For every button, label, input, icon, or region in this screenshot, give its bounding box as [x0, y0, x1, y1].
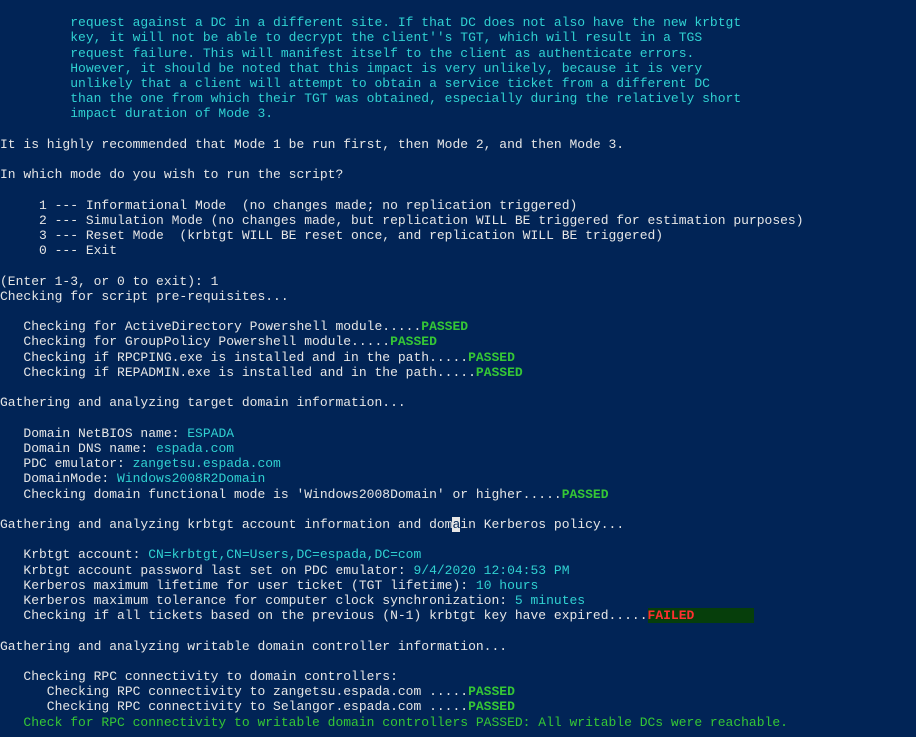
krbtgt-pwset-label: Krbtgt account password last set on PDC … [0, 563, 413, 578]
tgt-lifetime-label: Kerberos maximum lifetime for user ticke… [0, 578, 476, 593]
krbtgt-header-c: in Kerberos policy... [460, 517, 624, 532]
dns-label: Domain DNS name: [0, 441, 156, 456]
krbtgt-account-label: Krbtgt account: [0, 547, 148, 562]
check-gp-module: Checking for GroupPolicy Powershell modu… [0, 334, 390, 349]
clock-tolerance-label: Kerberos maximum tolerance for computer … [0, 593, 515, 608]
check-ticket-expiry: Checking if all tickets based on the pre… [0, 608, 648, 623]
intro-line-7: impact duration of Mode 3. [0, 106, 273, 121]
intro-line-2: key, it will not be able to decrypt the … [0, 30, 702, 45]
prereq-header: Checking for script pre-requisites... [0, 289, 289, 304]
rpc-check-dc1: Checking RPC connectivity to zangetsu.es… [0, 684, 468, 699]
intro-line-1: request against a DC in a different site… [0, 15, 741, 30]
check-rpcping: Checking if RPCPING.exe is installed and… [0, 350, 468, 365]
mode-option-2: 2 --- Simulation Mode (no changes made, … [0, 213, 804, 228]
status-passed: PASSED [390, 334, 437, 349]
status-failed: FAILED [648, 608, 755, 623]
pdc-label: PDC emulator: [0, 456, 133, 471]
status-passed: PASSED [562, 487, 609, 502]
status-passed: PASSED [421, 319, 468, 334]
dns-value: espada.com [156, 441, 234, 456]
rpc-all-passed: Check for RPC connectivity to writable d… [0, 715, 788, 730]
terminal-output: request against a DC in a different site… [0, 0, 916, 730]
intro-line-4: However, it should be noted that this im… [0, 61, 702, 76]
intro-line-6: than the one from which their TGT was ob… [0, 91, 741, 106]
netbios-label: Domain NetBIOS name: [0, 426, 187, 441]
domain-info-header: Gathering and analyzing target domain in… [0, 395, 406, 410]
mode-option-0: 0 --- Exit [0, 243, 117, 258]
tgt-lifetime-value: 10 hours [476, 578, 538, 593]
krbtgt-header-a: Gathering and analyzing krbtgt account i… [0, 517, 452, 532]
status-passed: PASSED [468, 350, 515, 365]
intro-line-5: unlikely that a client will attempt to o… [0, 76, 710, 91]
check-repadmin: Checking if REPADMIN.exe is installed an… [0, 365, 476, 380]
intro-line-3: request failure. This will manifest itse… [0, 46, 694, 61]
krbtgt-pwset-value: 9/4/2020 12:04:53 PM [413, 563, 569, 578]
krbtgt-account-value: CN=krbtgt,CN=Users,DC=espada,DC=com [148, 547, 421, 562]
writable-dc-header: Gathering and analyzing writable domain … [0, 639, 507, 654]
rpc-check-header: Checking RPC connectivity to domain cont… [0, 669, 398, 684]
domainmode-label: DomainMode: [0, 471, 117, 486]
status-passed: PASSED [476, 365, 523, 380]
check-functional-mode: Checking domain functional mode is 'Wind… [0, 487, 562, 502]
status-passed: PASSED [468, 699, 515, 714]
mode-option-1: 1 --- Informational Mode (no changes mad… [0, 198, 577, 213]
recommendation-line: It is highly recommended that Mode 1 be … [0, 137, 624, 152]
input-prompt[interactable]: (Enter 1-3, or 0 to exit): 1 [0, 274, 218, 289]
mode-question: In which mode do you wish to run the scr… [0, 167, 343, 182]
check-ad-module: Checking for ActiveDirectory Powershell … [0, 319, 421, 334]
status-passed: PASSED [468, 684, 515, 699]
clock-tolerance-value: 5 minutes [515, 593, 585, 608]
pdc-value: zangetsu.espada.com [133, 456, 281, 471]
rpc-check-dc2: Checking RPC connectivity to Selangor.es… [0, 699, 468, 714]
domainmode-value: Windows2008R2Domain [117, 471, 265, 486]
mode-option-3: 3 --- Reset Mode (krbtgt WILL BE reset o… [0, 228, 663, 243]
netbios-value: ESPADA [187, 426, 234, 441]
